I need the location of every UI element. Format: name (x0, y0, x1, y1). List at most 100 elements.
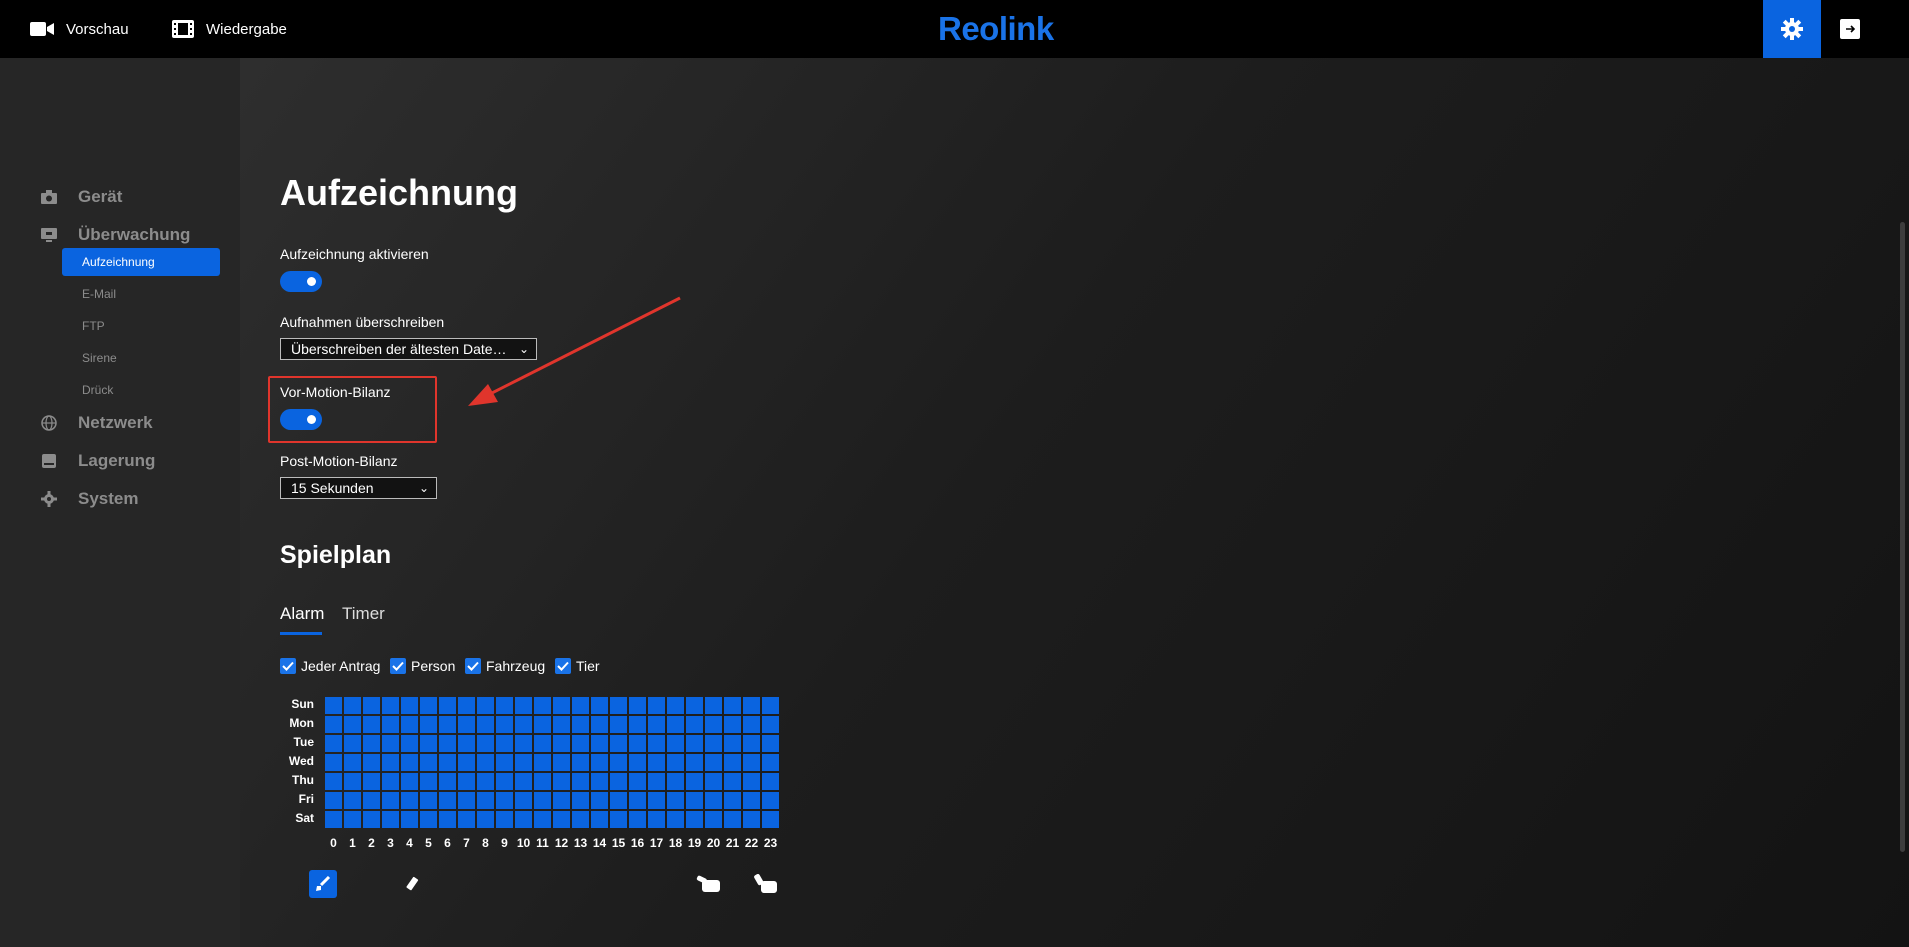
sidebar-subitem-recording[interactable]: Aufzeichnung (62, 248, 220, 276)
schedule-cell[interactable] (705, 697, 722, 714)
pre-motion-toggle[interactable] (280, 409, 322, 430)
schedule-cell[interactable] (420, 773, 437, 790)
schedule-cell[interactable] (629, 716, 646, 733)
schedule-cell[interactable] (439, 735, 456, 752)
nav-preview[interactable]: Vorschau (30, 0, 129, 58)
schedule-cell[interactable] (629, 697, 646, 714)
schedule-cell[interactable] (382, 792, 399, 809)
schedule-cell[interactable] (363, 792, 380, 809)
schedule-cell[interactable] (724, 716, 741, 733)
schedule-cell[interactable] (420, 754, 437, 771)
schedule-cell[interactable] (686, 754, 703, 771)
sidebar-item-network[interactable]: Netzwerk (40, 411, 153, 435)
schedule-cell[interactable] (325, 811, 342, 828)
schedule-cell[interactable] (667, 811, 684, 828)
schedule-cell[interactable] (610, 754, 627, 771)
schedule-cell[interactable] (382, 811, 399, 828)
schedule-cell[interactable] (610, 792, 627, 809)
schedule-cell[interactable] (553, 792, 570, 809)
schedule-cell[interactable] (363, 735, 380, 752)
schedule-cell[interactable] (667, 773, 684, 790)
sidebar-subitem-ftp[interactable]: FTP (62, 312, 220, 340)
filter-animal[interactable]: Tier (555, 658, 600, 674)
schedule-cell[interactable] (401, 735, 418, 752)
sidebar-item-monitoring[interactable]: Überwachung (40, 223, 190, 247)
schedule-cell[interactable] (515, 773, 532, 790)
schedule-cell[interactable] (477, 735, 494, 752)
schedule-cell[interactable] (344, 811, 361, 828)
schedule-cell[interactable] (420, 792, 437, 809)
schedule-cell[interactable] (401, 773, 418, 790)
schedule-cell[interactable] (325, 792, 342, 809)
schedule-cell[interactable] (401, 754, 418, 771)
schedule-cell[interactable] (667, 792, 684, 809)
schedule-cell[interactable] (325, 735, 342, 752)
schedule-cell[interactable] (496, 792, 513, 809)
tab-timer[interactable]: Timer (342, 604, 385, 624)
schedule-cell[interactable] (629, 735, 646, 752)
schedule-cell[interactable] (344, 735, 361, 752)
schedule-cell[interactable] (629, 773, 646, 790)
schedule-cell[interactable] (762, 697, 779, 714)
schedule-cell[interactable] (648, 735, 665, 752)
schedule-cell[interactable] (648, 697, 665, 714)
schedule-cell[interactable] (344, 754, 361, 771)
schedule-cell[interactable] (515, 754, 532, 771)
schedule-cell[interactable] (515, 697, 532, 714)
schedule-cell[interactable] (420, 811, 437, 828)
schedule-cell[interactable] (610, 735, 627, 752)
schedule-cell[interactable] (363, 716, 380, 733)
schedule-cell[interactable] (648, 773, 665, 790)
schedule-cell[interactable] (724, 792, 741, 809)
schedule-cell[interactable] (686, 773, 703, 790)
schedule-cell[interactable] (363, 754, 380, 771)
schedule-cell[interactable] (724, 697, 741, 714)
schedule-cell[interactable] (686, 792, 703, 809)
schedule-cell[interactable] (477, 773, 494, 790)
schedule-cell[interactable] (401, 716, 418, 733)
schedule-cell[interactable] (496, 716, 513, 733)
schedule-cell[interactable] (743, 773, 760, 790)
schedule-cell[interactable] (762, 735, 779, 752)
sidebar-item-storage[interactable]: Lagerung (40, 449, 155, 473)
schedule-cell[interactable] (382, 754, 399, 771)
schedule-cell[interactable] (648, 811, 665, 828)
schedule-cell[interactable] (420, 697, 437, 714)
schedule-cell[interactable] (553, 716, 570, 733)
schedule-cell[interactable] (458, 735, 475, 752)
schedule-cell[interactable] (591, 754, 608, 771)
schedule-cell[interactable] (591, 697, 608, 714)
schedule-cell[interactable] (344, 773, 361, 790)
schedule-cell[interactable] (686, 735, 703, 752)
schedule-cell[interactable] (458, 697, 475, 714)
sidebar-subitem-email[interactable]: E-Mail (62, 280, 220, 308)
post-motion-select[interactable]: 15 Sekunden ⌄ (280, 477, 437, 499)
schedule-cell[interactable] (477, 792, 494, 809)
schedule-cell[interactable] (572, 773, 589, 790)
schedule-cell[interactable] (534, 716, 551, 733)
schedule-cell[interactable] (458, 792, 475, 809)
schedule-cell[interactable] (439, 792, 456, 809)
schedule-cell[interactable] (705, 811, 722, 828)
schedule-cell[interactable] (534, 735, 551, 752)
schedule-cell[interactable] (515, 811, 532, 828)
schedule-cell[interactable] (572, 792, 589, 809)
schedule-cell[interactable] (420, 735, 437, 752)
schedule-cell[interactable] (591, 716, 608, 733)
scrollbar[interactable] (1900, 222, 1905, 852)
schedule-cell[interactable] (439, 754, 456, 771)
schedule-cell[interactable] (743, 792, 760, 809)
schedule-cell[interactable] (724, 754, 741, 771)
schedule-cell[interactable] (743, 735, 760, 752)
schedule-cell[interactable] (762, 716, 779, 733)
schedule-cell[interactable] (325, 697, 342, 714)
schedule-cell[interactable] (762, 792, 779, 809)
schedule-cell[interactable] (610, 811, 627, 828)
schedule-cell[interactable] (363, 811, 380, 828)
schedule-cell[interactable] (705, 754, 722, 771)
schedule-cell[interactable] (762, 773, 779, 790)
brush-tool-button[interactable] (309, 870, 337, 898)
schedule-cell[interactable] (705, 716, 722, 733)
schedule-cell[interactable] (534, 792, 551, 809)
schedule-cell[interactable] (629, 811, 646, 828)
